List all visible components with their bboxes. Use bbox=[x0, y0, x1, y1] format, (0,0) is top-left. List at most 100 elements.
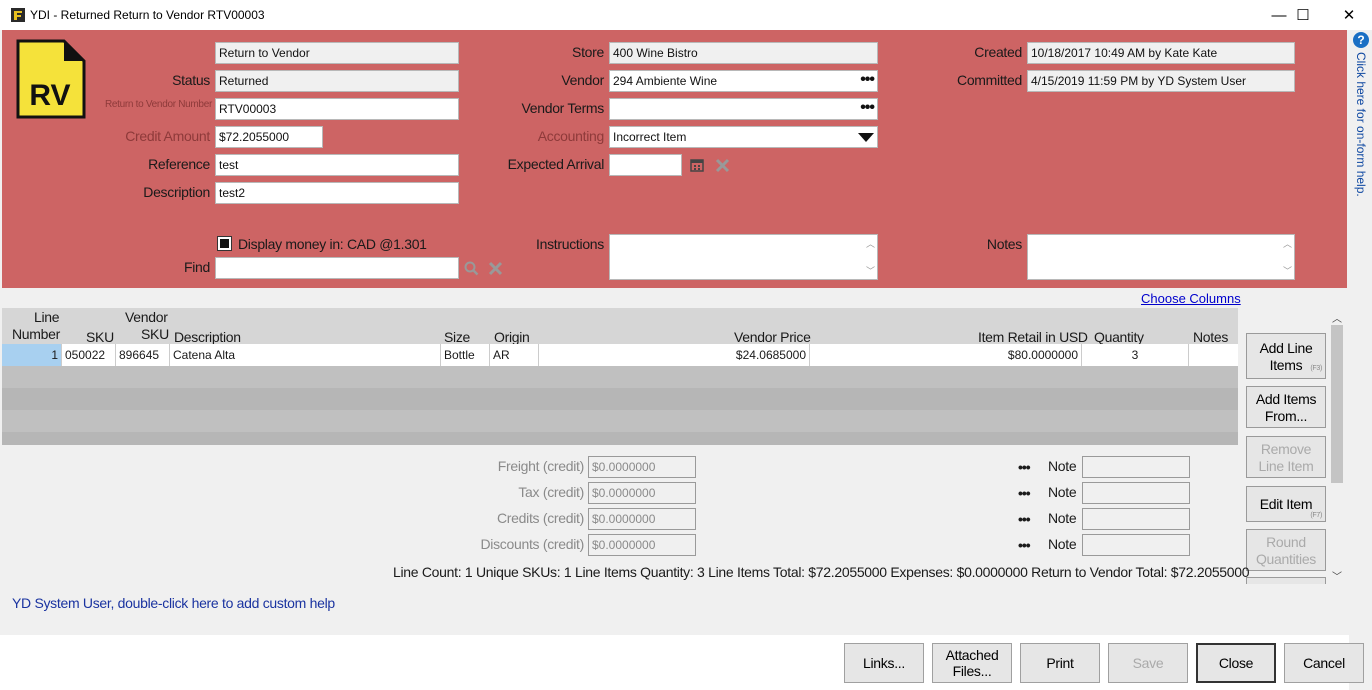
col-item-retail-header[interactable]: Item Retail in USD bbox=[978, 329, 1088, 345]
discounts-note-lookup-icon[interactable]: ••• bbox=[1018, 537, 1031, 553]
expected-arrival-field[interactable] bbox=[609, 154, 682, 176]
cell-item-retail[interactable]: $80.0000000 bbox=[810, 344, 1082, 366]
calendar-icon[interactable] bbox=[690, 158, 704, 175]
side-panel-scrollbar[interactable]: ︿ ﹀ bbox=[1328, 308, 1346, 584]
discounts-note-field[interactable] bbox=[1082, 534, 1190, 556]
round-quantities-button[interactable]: Round Quantities bbox=[1246, 529, 1326, 571]
document-type-field: Return to Vendor bbox=[215, 42, 459, 64]
help-icon[interactable]: ? bbox=[1353, 32, 1369, 48]
on-form-help-strip[interactable]: ? Click here for on-form help. bbox=[1349, 30, 1372, 690]
expected-arrival-label: Expected Arrival bbox=[507, 156, 605, 172]
committed-label: Committed bbox=[957, 72, 1022, 88]
choose-columns-link[interactable]: Choose Columns bbox=[1141, 291, 1241, 306]
accounting-select[interactable]: Incorrect Item bbox=[609, 126, 878, 148]
scrollbar-thumb[interactable] bbox=[1331, 325, 1343, 483]
tax-note-field[interactable] bbox=[1082, 482, 1190, 504]
maximize-button[interactable]: ☐ bbox=[1280, 0, 1326, 30]
line-items-grid[interactable]: Line Number SKU Vendor SKU Description S… bbox=[2, 308, 1238, 445]
search-icon[interactable] bbox=[464, 261, 479, 279]
tax-note-lookup-icon[interactable]: ••• bbox=[1018, 485, 1031, 501]
vendor-lookup-icon[interactable]: ••• bbox=[860, 71, 875, 89]
custom-help-link[interactable]: YD System User, double-click here to add… bbox=[12, 595, 335, 611]
totals-summary: Line Count: 1 Unique SKUs: 1 Line Items … bbox=[393, 564, 1250, 580]
tax-field[interactable]: $0.0000000 bbox=[588, 482, 696, 504]
close-button[interactable]: Close bbox=[1196, 643, 1276, 683]
credits-note-label: Note bbox=[1048, 510, 1077, 526]
clear-date-icon[interactable] bbox=[715, 158, 730, 176]
scroll-down-icon[interactable]: ﹀ bbox=[866, 264, 875, 277]
scroll-up-icon[interactable]: ︿ bbox=[866, 237, 875, 250]
on-form-help-link[interactable]: Click here for on-form help. bbox=[1354, 52, 1368, 197]
discounts-note-label: Note bbox=[1048, 536, 1077, 552]
empty-row bbox=[2, 410, 1238, 432]
cell-vendor-price[interactable]: $24.0685000 bbox=[539, 344, 810, 366]
attached-files-button[interactable]: Attached Files... bbox=[932, 643, 1012, 683]
vendor-label: Vendor bbox=[561, 72, 604, 88]
cell-description[interactable]: Catena Alta bbox=[170, 344, 441, 366]
notes-label: Notes bbox=[986, 236, 1022, 252]
edit-item-button[interactable]: Edit Item (F7) bbox=[1246, 486, 1326, 522]
tax-label: Tax (credit) bbox=[518, 484, 584, 500]
freight-field[interactable]: $0.0000000 bbox=[588, 456, 696, 478]
item-history-button-partial[interactable] bbox=[1246, 577, 1326, 584]
credits-note-field[interactable] bbox=[1082, 508, 1190, 530]
print-button[interactable]: Print bbox=[1020, 643, 1100, 683]
cell-sku[interactable]: 050022 bbox=[62, 344, 116, 366]
col-line-number-header[interactable]: Line bbox=[34, 309, 60, 325]
col-quantity-header[interactable]: Quantity bbox=[1094, 329, 1144, 345]
description-field[interactable]: test2 bbox=[215, 182, 459, 204]
vendor-terms-lookup-icon[interactable]: ••• bbox=[860, 99, 875, 117]
col-description-header[interactable]: Description bbox=[174, 329, 241, 345]
credit-amount-label: Credit Amount bbox=[125, 128, 210, 144]
scroll-up-icon[interactable]: ︿ bbox=[1283, 237, 1292, 250]
save-button[interactable]: Save bbox=[1108, 643, 1188, 683]
cancel-button[interactable]: Cancel bbox=[1284, 643, 1364, 683]
instructions-label: Instructions bbox=[536, 236, 604, 252]
col-vendor-sku-header[interactable]: Vendor bbox=[125, 309, 168, 325]
instructions-textarea[interactable]: ︿ ﹀ bbox=[609, 234, 878, 280]
col-vendor-price-header[interactable]: Vendor Price bbox=[734, 329, 811, 345]
scroll-down-icon[interactable]: ﹀ bbox=[1283, 264, 1292, 277]
add-items-from-button[interactable]: Add Items From... bbox=[1246, 386, 1326, 428]
reference-field[interactable]: test bbox=[215, 154, 459, 176]
chevron-down-icon bbox=[858, 133, 874, 142]
cell-quantity[interactable]: 3 bbox=[1082, 344, 1189, 366]
col-origin-header[interactable]: Origin bbox=[494, 329, 530, 345]
add-line-items-shortcut: (F3) bbox=[1310, 365, 1322, 372]
col-sku-header[interactable]: SKU bbox=[86, 329, 114, 345]
scroll-down-icon[interactable]: ﹀ bbox=[1332, 568, 1342, 583]
clear-find-icon[interactable] bbox=[488, 261, 503, 279]
cell-notes[interactable] bbox=[1189, 344, 1238, 366]
title-bar: YDI - Returned Return to Vendor RTV00003… bbox=[0, 0, 1372, 30]
notes-textarea[interactable]: ︿ ﹀ bbox=[1027, 234, 1295, 280]
freight-note-lookup-icon[interactable]: ••• bbox=[1018, 459, 1031, 475]
cell-size[interactable]: Bottle bbox=[441, 344, 490, 366]
freight-note-field[interactable] bbox=[1082, 456, 1190, 478]
col-notes-header[interactable]: Notes bbox=[1193, 329, 1228, 345]
cell-origin[interactable]: AR bbox=[490, 344, 539, 366]
committed-field: 4/15/2019 11:59 PM by YD System User bbox=[1027, 70, 1295, 92]
col-line-number-header-2[interactable]: Number bbox=[12, 326, 60, 342]
vendor-field[interactable]: 294 Ambiente Wine ••• bbox=[609, 70, 878, 92]
credit-amount-field[interactable]: $72.2055000 bbox=[215, 126, 323, 148]
col-size-header[interactable]: Size bbox=[444, 329, 470, 345]
scroll-up-icon[interactable]: ︿ bbox=[1332, 310, 1342, 325]
table-row[interactable]: 1 050022 896645 Catena Alta Bottle AR $2… bbox=[2, 344, 1238, 366]
discounts-field[interactable]: $0.0000000 bbox=[588, 534, 696, 556]
remove-line-item-button[interactable]: Remove Line Item bbox=[1246, 436, 1326, 478]
cell-vendor-sku[interactable]: 896645 bbox=[116, 344, 170, 366]
close-window-button[interactable]: ✕ bbox=[1326, 0, 1372, 30]
links-button[interactable]: Links... bbox=[844, 643, 924, 683]
add-line-items-button[interactable]: Add Line Items (F3) bbox=[1246, 333, 1326, 379]
vendor-value: 294 Ambiente Wine bbox=[613, 74, 718, 88]
credits-field[interactable]: $0.0000000 bbox=[588, 508, 696, 530]
find-input[interactable] bbox=[215, 257, 459, 279]
status-label: Status bbox=[172, 72, 210, 88]
display-money-checkbox[interactable] bbox=[217, 236, 232, 251]
col-vendor-sku-header-2[interactable]: SKU bbox=[141, 326, 169, 342]
vendor-terms-field[interactable]: ••• bbox=[609, 98, 878, 120]
credits-note-lookup-icon[interactable]: ••• bbox=[1018, 511, 1031, 527]
cell-line[interactable]: 1 bbox=[2, 344, 62, 366]
store-field: 400 Wine Bistro bbox=[609, 42, 878, 64]
rtv-number-field[interactable]: RTV00003 bbox=[215, 98, 459, 120]
